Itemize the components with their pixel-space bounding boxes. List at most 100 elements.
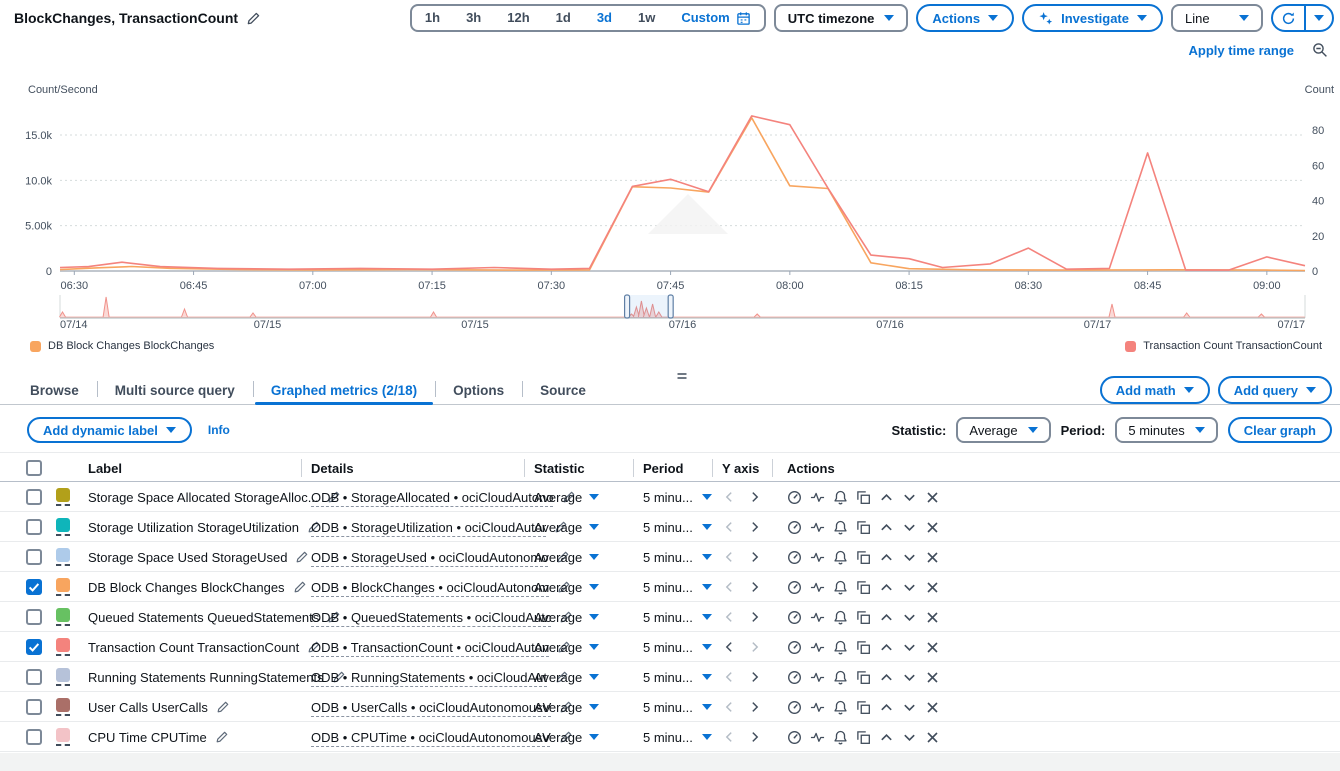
remove-icon[interactable] (925, 700, 940, 715)
edit-label-icon[interactable] (215, 730, 229, 744)
move-up-icon[interactable] (879, 700, 894, 715)
move-down-icon[interactable] (902, 700, 917, 715)
duplicate-icon[interactable] (856, 610, 871, 625)
create-alarm-icon[interactable] (833, 670, 848, 685)
remove-icon[interactable] (925, 640, 940, 655)
move-up-icon[interactable] (879, 550, 894, 565)
legend-transactioncount[interactable]: Transaction Count TransactionCount (1125, 340, 1322, 352)
row-checkbox[interactable] (26, 609, 42, 625)
move-left-axis-icon[interactable] (722, 550, 736, 564)
metric-details[interactable]: ODB • StorageUtilization • ociCloudAutor (311, 520, 546, 535)
create-alarm-icon[interactable] (833, 490, 848, 505)
create-alarm-icon[interactable] (833, 520, 848, 535)
move-right-axis-icon[interactable] (748, 550, 762, 564)
move-left-axis-icon[interactable] (722, 730, 736, 744)
period-dropdown[interactable]: 5 minu... (643, 692, 712, 722)
move-down-icon[interactable] (902, 730, 917, 745)
zoom-out-icon[interactable] (1312, 42, 1328, 58)
tab-source[interactable]: Source (522, 376, 604, 404)
pulse-icon[interactable] (810, 640, 825, 655)
period-dropdown[interactable]: 5 minu... (643, 542, 712, 572)
move-down-icon[interactable] (902, 640, 917, 655)
add-query-button[interactable]: Add query (1218, 376, 1332, 404)
move-up-icon[interactable] (879, 610, 894, 625)
tab-options[interactable]: Options (435, 376, 522, 404)
tab-multi-source-query[interactable]: Multi source query (97, 376, 253, 404)
anomaly-detection-icon[interactable] (787, 520, 802, 535)
move-right-axis-icon[interactable] (748, 610, 762, 624)
time-range-3d[interactable]: 3d (584, 6, 625, 30)
period-select[interactable]: 5 minutes (1115, 417, 1217, 443)
pulse-icon[interactable] (810, 610, 825, 625)
move-down-icon[interactable] (902, 610, 917, 625)
move-down-icon[interactable] (902, 490, 917, 505)
anomaly-detection-icon[interactable] (787, 730, 802, 745)
investigate-button[interactable]: Investigate (1022, 4, 1163, 32)
metric-color-swatch[interactable] (56, 608, 70, 626)
time-range-3h[interactable]: 3h (453, 6, 494, 30)
statistic-dropdown[interactable]: Average (534, 602, 599, 632)
edit-label-icon[interactable] (216, 700, 230, 714)
actions-button[interactable]: Actions (916, 4, 1014, 32)
move-left-axis-icon[interactable] (722, 520, 736, 534)
clear-graph-button[interactable]: Clear graph (1228, 417, 1332, 443)
anomaly-detection-icon[interactable] (787, 670, 802, 685)
remove-icon[interactable] (925, 550, 940, 565)
add-dynamic-label-button[interactable]: Add dynamic label (27, 417, 192, 443)
tab-graphed-metrics-2-18[interactable]: Graphed metrics (2/18) (253, 376, 435, 404)
pulse-icon[interactable] (810, 670, 825, 685)
add-math-button[interactable]: Add math (1100, 376, 1210, 404)
metric-details[interactable]: ODB • UserCalls • ociCloudAutonomousV (311, 700, 551, 715)
metric-color-swatch[interactable] (56, 638, 70, 656)
anomaly-detection-icon[interactable] (787, 610, 802, 625)
statistic-dropdown[interactable]: Average (534, 572, 599, 602)
move-down-icon[interactable] (902, 670, 917, 685)
row-checkbox[interactable] (26, 699, 42, 715)
period-dropdown[interactable]: 5 minu... (643, 632, 712, 662)
move-left-axis-icon[interactable] (722, 610, 736, 624)
chart-type-select[interactable]: Line (1171, 4, 1263, 32)
remove-icon[interactable] (925, 730, 940, 745)
timezone-select[interactable]: UTC timezone (774, 4, 909, 32)
statistic-dropdown[interactable]: Average (534, 662, 599, 692)
metrics-chart[interactable]: Count/SecondCount05.00k10.0k15.0k0204060… (0, 66, 1340, 338)
statistic-dropdown[interactable]: Average (534, 722, 599, 752)
metric-details[interactable]: ODB • StorageAllocated • ociCloudAutono (311, 490, 554, 505)
move-up-icon[interactable] (879, 730, 894, 745)
period-dropdown[interactable]: 5 minu... (643, 512, 712, 542)
row-checkbox[interactable] (26, 639, 42, 655)
period-dropdown[interactable]: 5 minu... (643, 482, 712, 512)
statistic-select[interactable]: Average (956, 417, 1050, 443)
move-up-icon[interactable] (879, 490, 894, 505)
period-dropdown[interactable]: 5 minu... (643, 602, 712, 632)
remove-icon[interactable] (925, 490, 940, 505)
move-down-icon[interactable] (902, 550, 917, 565)
period-dropdown[interactable]: 5 minu... (643, 662, 712, 692)
duplicate-icon[interactable] (856, 670, 871, 685)
row-checkbox[interactable] (26, 669, 42, 685)
edit-label-icon[interactable] (295, 550, 309, 564)
move-right-axis-icon[interactable] (748, 730, 762, 744)
move-left-axis-icon[interactable] (722, 640, 736, 654)
pulse-icon[interactable] (810, 490, 825, 505)
row-checkbox[interactable] (26, 549, 42, 565)
timeline-handle-right[interactable] (668, 295, 673, 318)
time-range-1h[interactable]: 1h (412, 6, 453, 30)
info-link[interactable]: Info (208, 423, 230, 437)
metric-details[interactable]: ODB • BlockChanges • ociCloudAutonom (311, 580, 549, 595)
duplicate-icon[interactable] (856, 640, 871, 655)
duplicate-icon[interactable] (856, 730, 871, 745)
pulse-icon[interactable] (810, 520, 825, 535)
metric-color-swatch[interactable] (56, 698, 70, 716)
row-checkbox[interactable] (26, 579, 42, 595)
anomaly-detection-icon[interactable] (787, 640, 802, 655)
metric-color-swatch[interactable] (56, 578, 70, 596)
statistic-dropdown[interactable]: Average (534, 692, 599, 722)
row-checkbox[interactable] (26, 729, 42, 745)
metric-details[interactable]: ODB • RunningStatements • ociCloudAut (311, 670, 547, 685)
pulse-icon[interactable] (810, 580, 825, 595)
metric-color-swatch[interactable] (56, 488, 70, 506)
metric-details[interactable]: ODB • QueuedStatements • ociCloudAutc (311, 610, 551, 625)
row-checkbox[interactable] (26, 519, 42, 535)
metric-color-swatch[interactable] (56, 518, 70, 536)
